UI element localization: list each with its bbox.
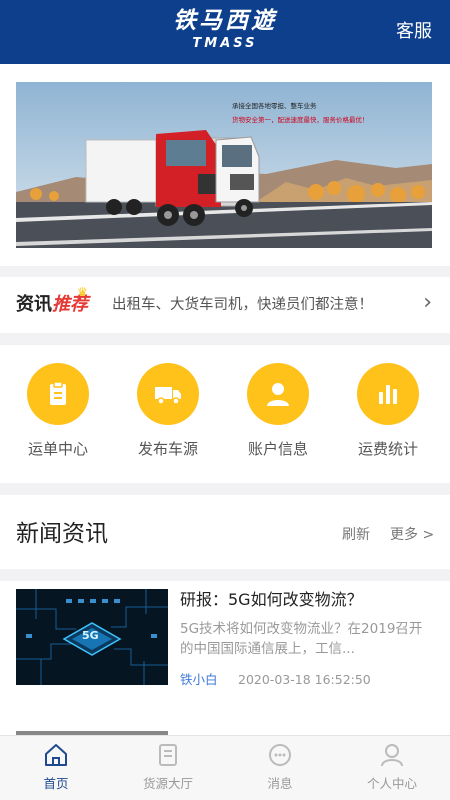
app-header: 铁马西遊 TMASS 客服 [0, 0, 450, 64]
publish-vehicle-button[interactable]: 发布车源 [112, 363, 224, 459]
tab-label: 个人中心 [366, 776, 417, 791]
account-info-button[interactable]: 账户信息 [222, 363, 334, 459]
truck-icon [137, 363, 199, 425]
crown-icon: ♛ [77, 285, 88, 299]
app-logo: 铁马西遊 TMASS [0, 6, 450, 52]
banner-slogan: 承接全国各地零担、整车业务 [232, 102, 317, 110]
quick-menu-label: 运费统计 [357, 440, 418, 458]
person-icon [381, 744, 403, 767]
ticker-title-main: 资讯 [16, 294, 52, 315]
banner-tagline: 货物安全第一，配送速度最快，服务价格最优！ [232, 116, 369, 124]
freight-stats-button[interactable]: 运费统计 [332, 363, 444, 459]
article-summary: 5G技术将如何改变物流业？在2019召开的中国国际通信展上，工信... [180, 621, 423, 657]
tab-label: 首页 [43, 776, 69, 791]
home-icon [45, 744, 67, 766]
chevron-right-icon[interactable]: › [423, 291, 432, 315]
article-thumbnail: 5G [16, 589, 168, 685]
truck-illustration [16, 82, 432, 248]
tab-label: 货源大厅 [142, 776, 193, 791]
thumbnail-chip-label: 5G [82, 629, 99, 642]
article-title: 研报：5G如何改变物流？ [180, 590, 363, 609]
bar-chart-icon [357, 363, 419, 425]
quick-menu: 运单中心 发布车源 账户信息 运费统计 [0, 345, 450, 483]
news-section: 新闻资讯 刷新 更多 > 5G 研报：5G如何改变物流？ 5G技术将如何改变物流… [0, 495, 450, 735]
bottom-tab-bar: 首页 货源大厅 消息 个人中心 [0, 735, 450, 800]
ticker-headline[interactable]: 出租车、大货车司机，快递员们都注意！ [112, 295, 373, 315]
tab-profile[interactable]: 个人中心 [336, 742, 448, 792]
refresh-button[interactable]: 刷新 [342, 525, 370, 545]
customer-service-button[interactable]: 客服 [396, 20, 432, 44]
document-icon [159, 744, 177, 766]
tab-label: 消息 [267, 776, 293, 791]
more-button[interactable]: 更多 > [390, 525, 434, 545]
message-icon [269, 744, 291, 766]
divider [0, 569, 450, 581]
banner-image[interactable]: 承接全国各地零担、整车业务 货物安全第一，配送速度最快，服务价格最优！ [16, 82, 432, 248]
clipboard-icon [27, 363, 89, 425]
news-ticker[interactable]: 资讯推荐 ♛ 出租车、大货车司机，快递员们都注意！ › [0, 277, 450, 333]
waybill-center-button[interactable]: 运单中心 [2, 363, 114, 459]
user-icon [247, 363, 309, 425]
tab-cargo-hall[interactable]: 货源大厅 [112, 742, 224, 792]
quick-menu-label: 运单中心 [27, 440, 88, 458]
quick-menu-label: 发布车源 [137, 440, 198, 458]
logo-chinese: 铁马西遊 [173, 8, 277, 34]
tab-messages[interactable]: 消息 [224, 742, 336, 792]
article-author: 铁小白 [180, 672, 218, 687]
quick-menu-label: 账户信息 [247, 440, 308, 458]
tab-home[interactable]: 首页 [0, 742, 112, 792]
news-article[interactable]: 5G 研报：5G如何改变物流？ 5G技术将如何改变物流业？在2019召开的中国国… [0, 581, 450, 701]
logo-english: TMASS [192, 36, 258, 51]
banner-section: 承接全国各地零担、整车业务 货物安全第一，配送速度最快，服务价格最优！ [0, 64, 450, 266]
article-timestamp: 2020-03-18 16:52:50 [238, 672, 371, 687]
news-section-title: 新闻资讯 [16, 521, 108, 547]
